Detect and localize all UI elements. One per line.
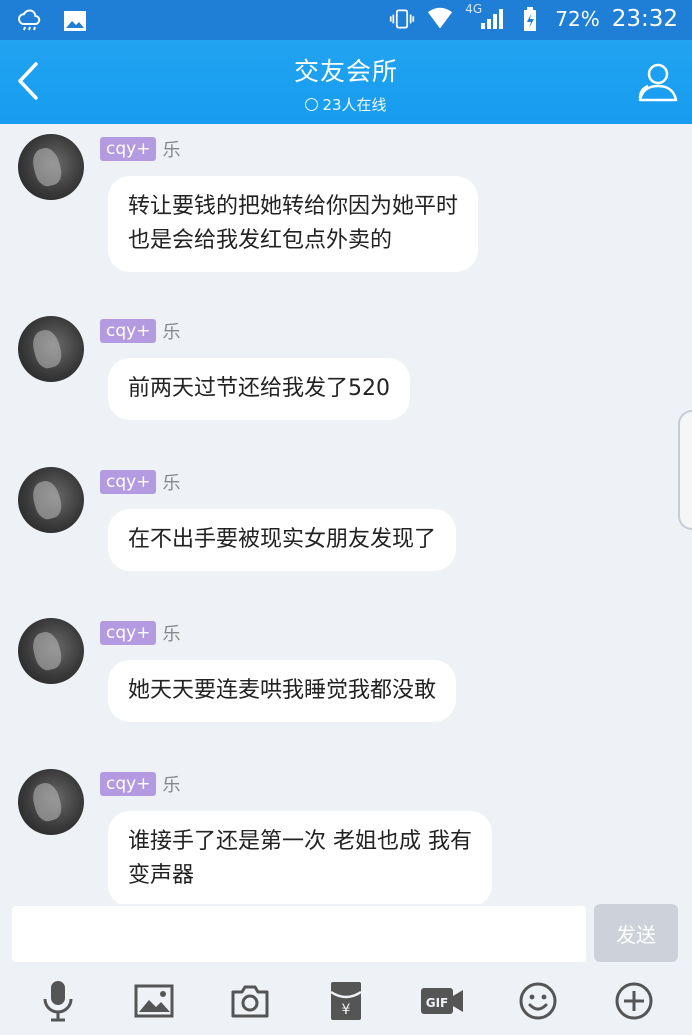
microphone-icon[interactable]: [34, 977, 82, 1025]
online-count-label: 23人在线: [322, 96, 387, 114]
avatar[interactable]: [18, 618, 84, 684]
camera-icon[interactable]: [226, 977, 274, 1025]
sender-name: 乐: [162, 473, 181, 494]
online-count: 23人在线: [0, 94, 692, 115]
message-bubble[interactable]: 谁接手了还是第一次 老姐也成 我有 变声器: [108, 811, 492, 904]
emoji-icon[interactable]: [514, 977, 562, 1025]
message-text-line: 谁接手了还是第一次 老姐也成 我有: [128, 829, 472, 854]
red-packet-icon[interactable]: ¥: [322, 977, 370, 1025]
member-badge: cqy+: [100, 319, 157, 343]
gallery-notification-icon: [62, 8, 88, 34]
message-text-line: 前两天过节还给我发了520: [128, 376, 390, 401]
message-bubble[interactable]: 前两天过节还给我发了520: [108, 358, 410, 420]
input-bar: 发送: [0, 904, 692, 964]
plus-icon[interactable]: [610, 977, 658, 1025]
sender-name: 乐: [162, 775, 181, 796]
clock: 23:32: [611, 6, 678, 32]
avatar[interactable]: [18, 769, 84, 835]
battery-icon: [517, 6, 543, 32]
member-badge: cqy+: [100, 470, 157, 494]
message-text-line: 变声器: [128, 863, 195, 888]
person-icon: [638, 63, 678, 102]
image-icon[interactable]: [130, 977, 178, 1025]
chat-header: 交友会所 23人在线: [0, 40, 692, 124]
side-drawer-handle[interactable]: [678, 410, 692, 530]
message-bubble[interactable]: 转让要钱的把她转给你因为她平时 也是会给我发红包点外卖的: [108, 176, 479, 272]
input-toolbar: ¥ GIF: [0, 966, 692, 1035]
network-type: 4G: [465, 2, 483, 16]
message-bubble[interactable]: 在不出手要被现实女朋友发现了: [108, 509, 457, 571]
member-badge: cqy+: [100, 621, 157, 645]
message-input[interactable]: [12, 906, 586, 962]
svg-text:GIF: GIF: [426, 996, 449, 1010]
status-bar: 4G 72% 23:32: [0, 0, 692, 40]
group-members-button[interactable]: [634, 60, 678, 104]
message-text-line: 转让要钱的把她转给你因为她平时: [128, 194, 459, 219]
avatar[interactable]: [18, 134, 84, 200]
gif-icon[interactable]: GIF: [418, 977, 466, 1025]
sender-name: 乐: [162, 140, 181, 161]
weather-icon: [16, 8, 42, 34]
online-status-icon: [305, 98, 319, 111]
avatar[interactable]: [18, 316, 84, 382]
signal-icon: 4G: [465, 2, 505, 32]
message-bubble[interactable]: 她天天要连麦哄我睡觉我都没敢: [108, 660, 457, 722]
sender-name: 乐: [162, 322, 181, 343]
sender-name: 乐: [162, 624, 181, 645]
vibrate-icon: [389, 6, 415, 32]
message-list[interactable]: cqy+ 乐 转让要钱的把她转给你因为她平时 也是会给我发红包点外卖的 cqy+ 乐…: [0, 124, 692, 904]
message-text-line: 也是会给我发红包点外卖的: [128, 228, 393, 253]
message-text-line: 在不出手要被现实女朋友发现了: [128, 527, 437, 552]
avatar[interactable]: [18, 467, 84, 533]
battery-percent: 72%: [555, 7, 600, 31]
member-badge: cqy+: [100, 137, 157, 161]
message-text-line: 她天天要连麦哄我睡觉我都没敢: [128, 678, 437, 703]
send-button[interactable]: 发送: [594, 904, 678, 962]
wifi-icon: [427, 6, 453, 32]
member-badge: cqy+: [100, 772, 157, 796]
svg-text:¥: ¥: [342, 1002, 351, 1018]
page-title: 交友会所: [293, 57, 398, 86]
